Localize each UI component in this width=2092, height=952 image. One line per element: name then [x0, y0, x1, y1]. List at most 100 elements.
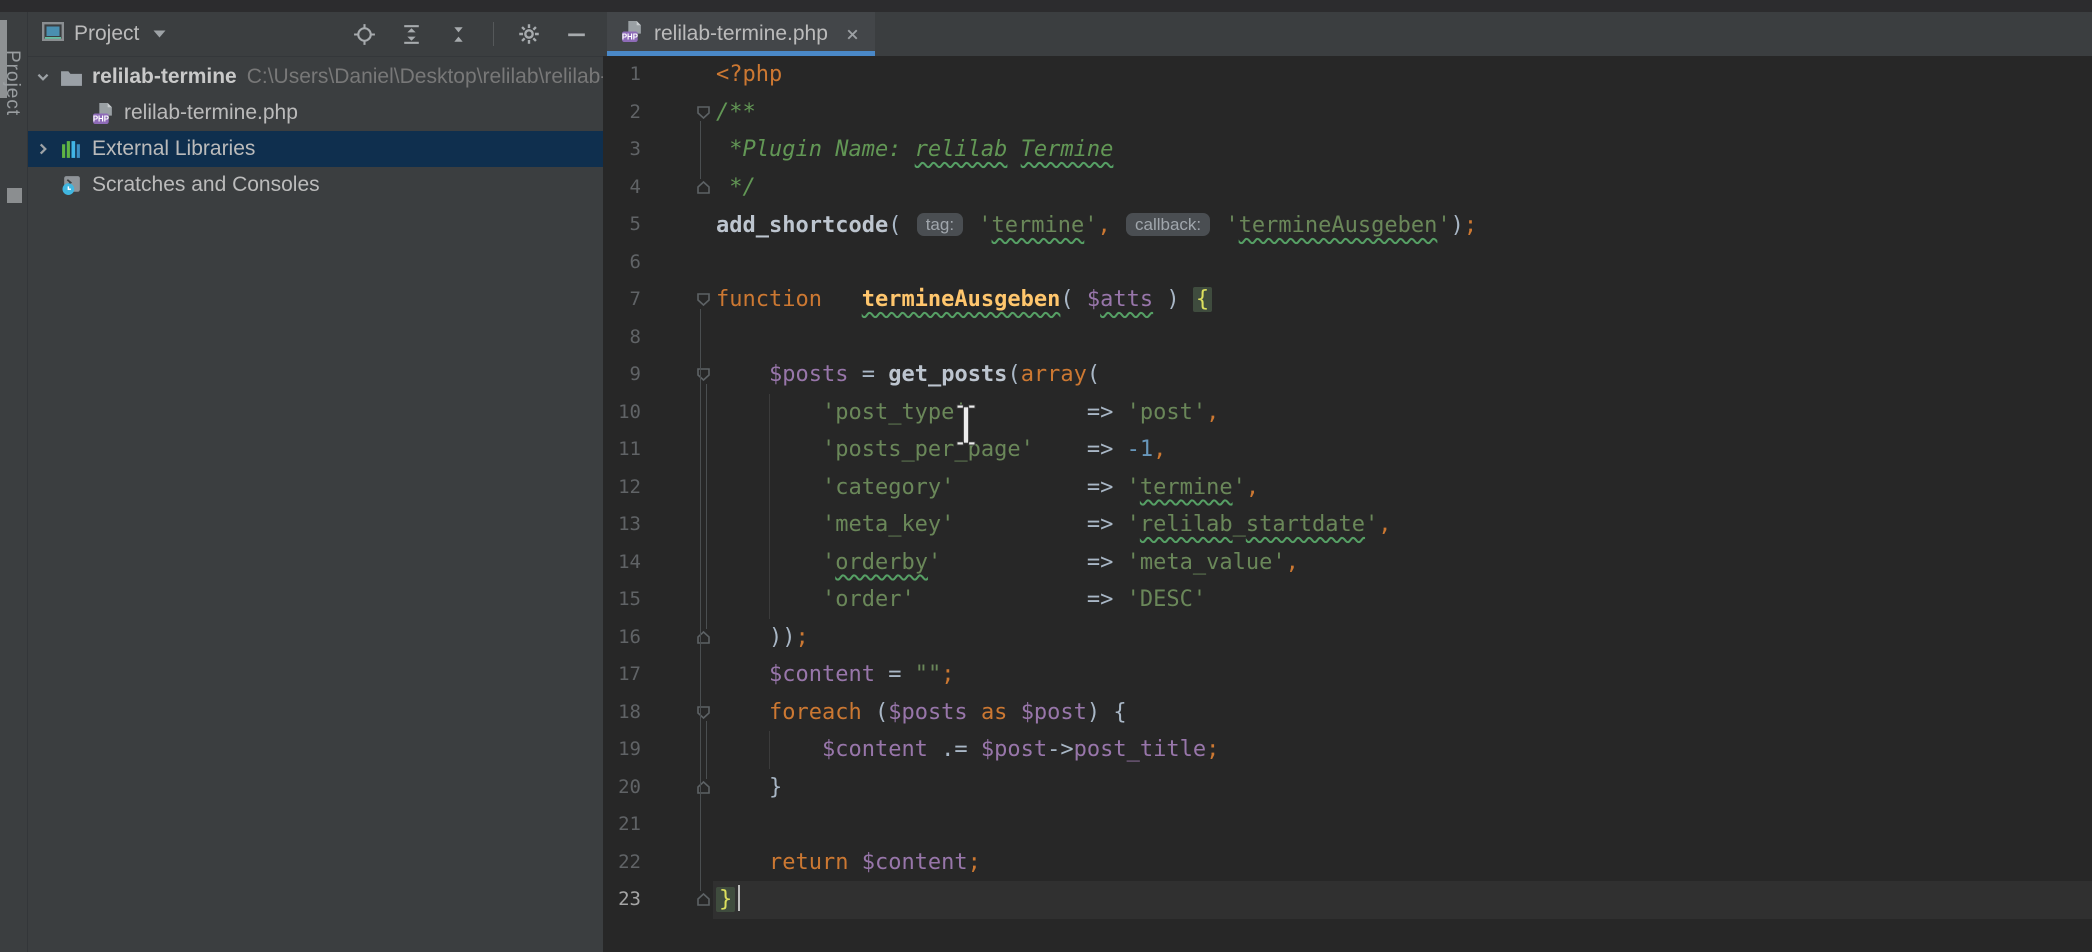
code-line-19[interactable]: 19 $content .= $post->post_title; — [603, 731, 2092, 769]
line-number: 13 — [603, 506, 641, 544]
scratches-icon — [58, 175, 84, 196]
hide-icon[interactable] — [564, 22, 589, 47]
line-number: 2 — [603, 94, 641, 132]
code-line-9[interactable]: 9 $posts = get_posts(array( — [603, 356, 2092, 394]
code-text: 'orderby' => 'meta_value', — [716, 544, 1299, 582]
line-number: 21 — [603, 806, 641, 844]
code-text: add_shortcode( tag: 'termine', callback:… — [716, 206, 1477, 245]
svg-text:PHP: PHP — [622, 32, 638, 41]
code-text: foreach ($posts as $post) { — [716, 694, 1127, 732]
line-number: 7 — [603, 281, 641, 319]
line-number: 19 — [603, 731, 641, 769]
tree-item-label: relilab-termine — [92, 65, 237, 89]
collapse-all-icon[interactable] — [446, 22, 471, 47]
toolbar-divider — [493, 22, 494, 46]
code-editor[interactable]: 1<?php2/**3 *Plugin Name: relilab Termin… — [603, 56, 2092, 952]
close-icon[interactable] — [844, 26, 861, 43]
fold-start-icon[interactable] — [696, 292, 711, 307]
fold-end-icon[interactable] — [696, 892, 711, 907]
code-line-6[interactable]: 6 — [603, 244, 2092, 282]
line-number: 16 — [603, 619, 641, 657]
indent-guide — [769, 731, 770, 769]
library-icon — [58, 140, 84, 159]
tree-item-scratches-and-consoles[interactable]: Scratches and Consoles — [28, 167, 603, 203]
line-number: 6 — [603, 244, 641, 282]
line-number: 23 — [603, 881, 641, 919]
line-number: 22 — [603, 844, 641, 882]
code-line-18[interactable]: 18 foreach ($posts as $post) { — [603, 694, 2092, 732]
code-text: $content = ""; — [716, 656, 954, 694]
text-caret — [738, 885, 740, 911]
line-number: 17 — [603, 656, 641, 694]
fold-end-icon[interactable] — [696, 780, 711, 795]
expand-all-icon[interactable] — [399, 22, 424, 47]
line-number: 8 — [603, 319, 641, 357]
chevron-down-icon[interactable] — [28, 69, 58, 85]
code-text: *Plugin Name: relilab Termine — [716, 131, 1113, 169]
fold-scope-line — [700, 121, 701, 179]
fold-end-icon[interactable] — [696, 630, 711, 645]
tree-item-relilab-termine[interactable]: relilab-termineC:\Users\Daniel\Desktop\r… — [28, 59, 603, 95]
code-line-14[interactable]: 14 'orderby' => 'meta_value', — [603, 544, 2092, 582]
project-widget-icon — [42, 22, 64, 47]
stripe-project-button[interactable]: Project — [1, 50, 23, 116]
line-number: 3 — [603, 131, 641, 169]
code-line-4[interactable]: 4 */ — [603, 169, 2092, 207]
code-text: 'order' => 'DESC' — [716, 581, 1206, 619]
code-line-5[interactable]: 5 add_shortcode( tag: 'termine', callback… — [603, 206, 2092, 244]
code-line-17[interactable]: 17 $content = ""; — [603, 656, 2092, 694]
tree-item-label: Scratches and Consoles — [92, 173, 320, 197]
fold-start-icon[interactable] — [696, 105, 711, 120]
tab-relilab-termine-php[interactable]: PHP relilab-termine.php — [607, 12, 875, 56]
code-line-3[interactable]: 3 *Plugin Name: relilab Termine — [603, 131, 2092, 169]
code-line-11[interactable]: 11 'posts_per_page' => -1, — [603, 431, 2092, 469]
code-line-20[interactable]: 20 } — [603, 769, 2092, 807]
line-number: 20 — [603, 769, 641, 807]
fold-scope-line — [706, 384, 707, 629]
tree-item-relilab-termine-php[interactable]: PHP relilab-termine.php — [28, 95, 603, 131]
line-number: 11 — [603, 431, 641, 469]
code-line-2[interactable]: 2 /** — [603, 94, 2092, 132]
code-line-22[interactable]: 22 return $content; — [603, 844, 2092, 882]
code-line-23[interactable]: 23} — [603, 881, 2092, 919]
fold-start-icon[interactable] — [696, 705, 711, 720]
svg-text:PHP: PHP — [92, 114, 108, 123]
stripe-window-icon — [7, 188, 22, 203]
code-line-8[interactable]: 8 — [603, 319, 2092, 357]
folder-icon — [58, 68, 84, 87]
line-number: 14 — [603, 544, 641, 582]
code-text: function termineAusgeben( $atts ) { — [716, 281, 1212, 319]
code-text: $content .= $post->post_title; — [716, 731, 1219, 769]
line-number: 10 — [603, 394, 641, 432]
settings-icon[interactable] — [516, 21, 542, 47]
fold-scope-line — [700, 309, 701, 891]
chevron-down-icon[interactable] — [153, 30, 166, 38]
locate-icon[interactable] — [352, 22, 377, 47]
chevron-right-icon[interactable] — [28, 141, 58, 157]
code-line-16[interactable]: 16 )); — [603, 619, 2092, 657]
code-line-1[interactable]: 1 <?php — [603, 56, 2092, 94]
window-top-strip — [0, 0, 2092, 12]
code-text: $posts = get_posts(array( — [716, 356, 1100, 394]
code-line-15[interactable]: 15 'order' => 'DESC' — [603, 581, 2092, 619]
code-line-10[interactable]: 10 'post_type' => 'post', — [603, 394, 2092, 432]
code-line-13[interactable]: 13 'meta_key' => 'relilab_startdate', — [603, 506, 2092, 544]
code-line-7[interactable]: 7 function termineAusgeben( $atts ) { — [603, 281, 2092, 319]
line-number: 1 — [603, 56, 641, 94]
line-number: 9 — [603, 356, 641, 394]
indent-guide — [769, 394, 770, 619]
project-panel: Project relilab-termineC:\Users\Daniel\D… — [28, 12, 603, 952]
tree-item-external-libraries[interactable]: External Libraries — [28, 131, 603, 167]
code-text: */ — [716, 169, 756, 207]
code-text: <?php — [716, 56, 782, 94]
code-text: )); — [716, 619, 809, 657]
fold-start-icon[interactable] — [696, 367, 711, 382]
tree-item-label: relilab-termine.php — [124, 101, 298, 125]
project-tree: relilab-termineC:\Users\Daniel\Desktop\r… — [28, 57, 603, 203]
code-line-12[interactable]: 12 'category' => 'termine', — [603, 469, 2092, 507]
code-text: /** — [716, 94, 756, 132]
current-line-highlight — [713, 881, 2092, 919]
line-number: 5 — [603, 206, 641, 244]
fold-end-icon[interactable] — [696, 180, 711, 195]
code-line-21[interactable]: 21 — [603, 806, 2092, 844]
